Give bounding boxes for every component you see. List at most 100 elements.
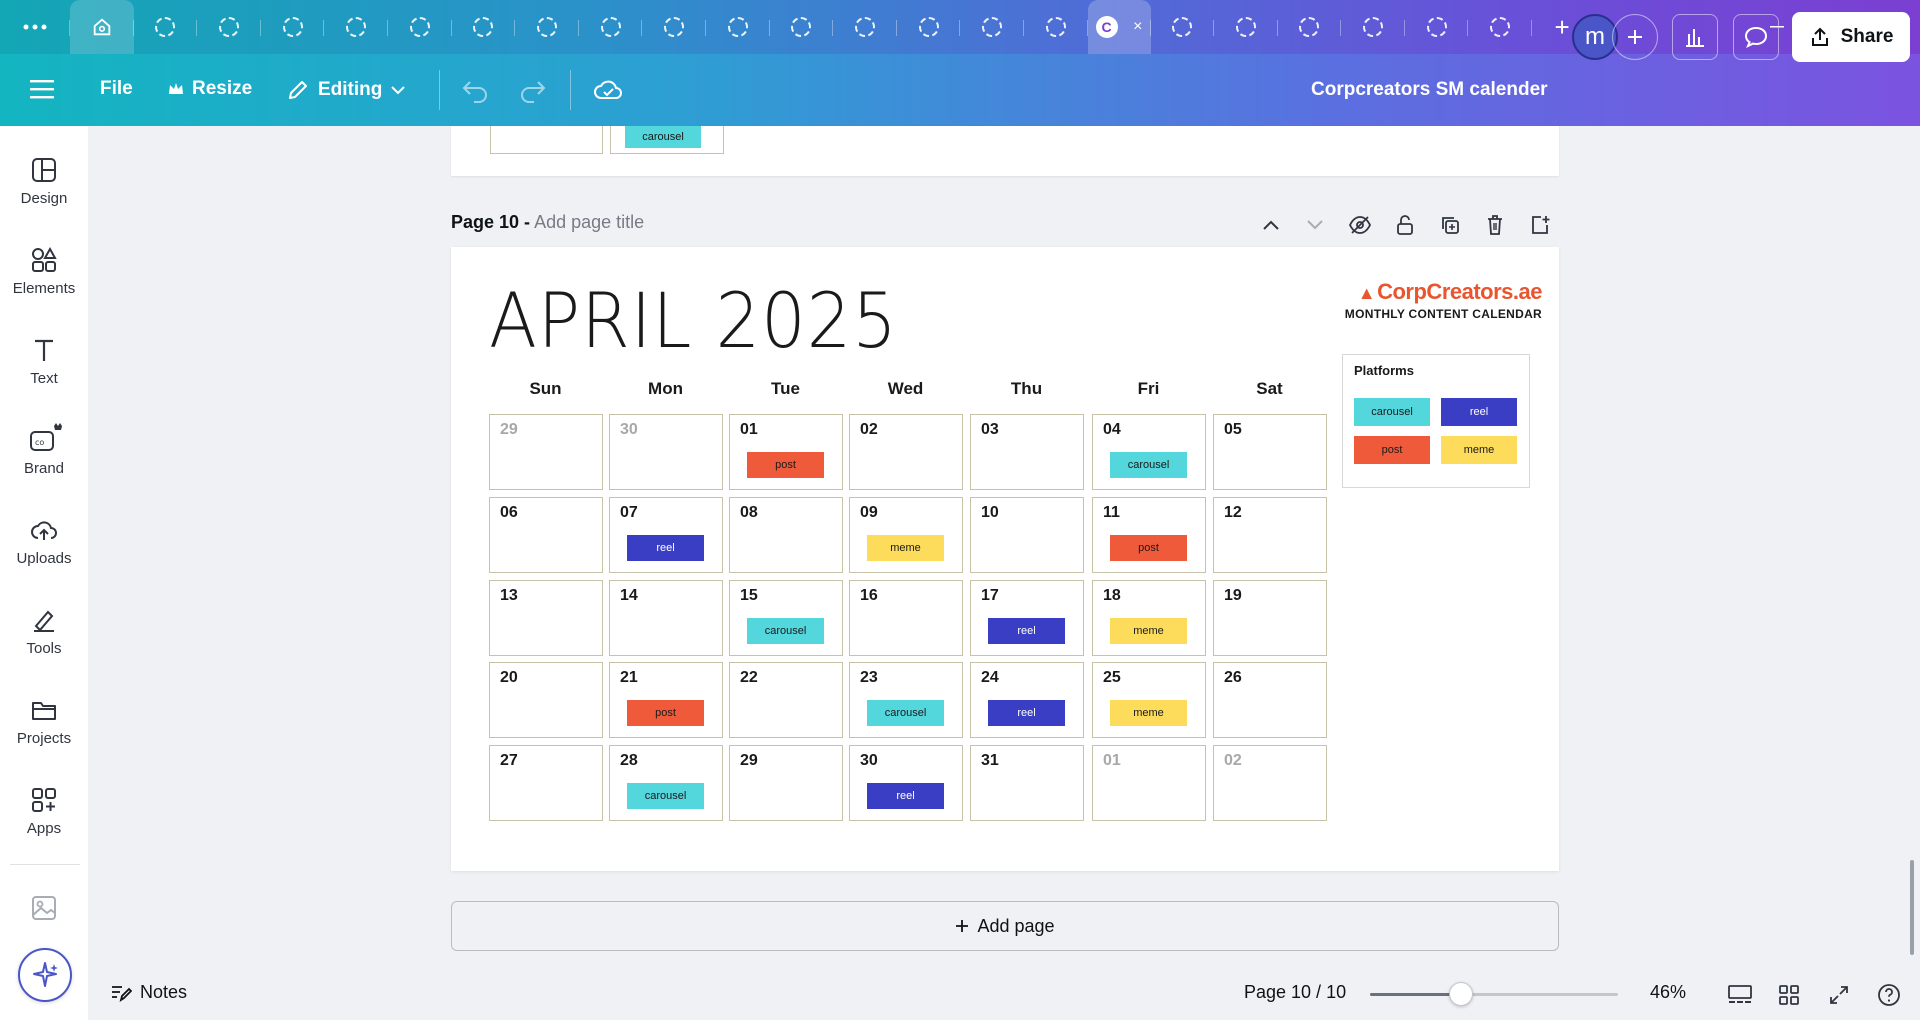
platform-tag[interactable]: reel <box>867 783 944 809</box>
calendar-day-cell[interactable]: 30 reel <box>849 745 963 821</box>
calendar-day-cell[interactable]: 22 <box>729 662 843 738</box>
design-tab[interactable] <box>388 0 452 54</box>
design-tab[interactable] <box>642 0 706 54</box>
design-tab[interactable] <box>1024 0 1088 54</box>
calendar-day-cell[interactable]: 31 <box>970 745 1084 821</box>
platform-tag[interactable]: post <box>747 452 824 478</box>
sidebar-item-tools[interactable]: Tools <box>0 606 88 657</box>
calendar-day-cell[interactable]: 30 <box>609 414 723 490</box>
design-tab[interactable] <box>770 0 834 54</box>
calendar-day-cell[interactable]: 15 carousel <box>729 580 843 656</box>
calendar-day-cell[interactable]: 29 <box>729 745 843 821</box>
platform-tag[interactable]: reel <box>988 618 1065 644</box>
design-page[interactable]: APRIL 2025 ▲CorpCreators.ae MONTHLY CONT… <box>451 247 1559 871</box>
zoom-percentage[interactable]: 46% <box>1650 982 1686 1003</box>
design-tab[interactable] <box>452 0 516 54</box>
add-page-icon[interactable] <box>1525 210 1555 240</box>
design-tab[interactable] <box>1405 0 1469 54</box>
calendar-day-cell[interactable]: 12 <box>1213 497 1327 573</box>
calendar-day-cell[interactable]: 19 <box>1213 580 1327 656</box>
platform-tag[interactable]: carousel <box>747 618 824 644</box>
calendar-day-cell[interactable]: 06 <box>489 497 603 573</box>
duplicate-page-icon[interactable] <box>1435 210 1465 240</box>
design-tab[interactable] <box>515 0 579 54</box>
zoom-slider-track[interactable] <box>1370 993 1618 996</box>
calendar-day-cell[interactable]: 17 reel <box>970 580 1084 656</box>
calendar-day-cell[interactable]: 04 carousel <box>1092 414 1206 490</box>
calendar-day-cell[interactable]: 10 <box>970 497 1084 573</box>
magic-assistant-button[interactable] <box>18 948 72 1002</box>
calendar-day-cell[interactable]: 18 meme <box>1092 580 1206 656</box>
calendar-day-cell[interactable]: 14 <box>609 580 723 656</box>
add-page-button[interactable]: Add page <box>451 901 1559 951</box>
calendar-day-cell[interactable]: 20 <box>489 662 603 738</box>
file-menu[interactable]: File <box>100 78 133 100</box>
sidebar-item-text[interactable]: Text <box>0 336 88 387</box>
share-button[interactable]: Share <box>1792 12 1910 62</box>
cloud-saved-icon[interactable] <box>592 76 624 109</box>
calendar-day-cell[interactable]: 24 reel <box>970 662 1084 738</box>
platform-tag[interactable]: meme <box>1110 618 1187 644</box>
calendar-day-cell[interactable]: 02 <box>849 414 963 490</box>
image-icon[interactable] <box>30 894 58 927</box>
page-title-input[interactable]: Add page title <box>534 212 644 232</box>
brand-block[interactable]: ▲CorpCreators.ae MONTHLY CONTENT CALENDA… <box>1345 279 1543 321</box>
calendar-title[interactable]: APRIL 2025 <box>489 277 898 366</box>
design-tab[interactable] <box>706 0 770 54</box>
grid-view-icon[interactable] <box>1774 980 1804 1010</box>
calendar-day-cell[interactable]: 28 carousel <box>609 745 723 821</box>
page-view-icon[interactable] <box>1725 980 1755 1010</box>
design-tab[interactable] <box>324 0 388 54</box>
design-tab[interactable] <box>897 0 961 54</box>
calendar-day-cell[interactable]: 21 post <box>609 662 723 738</box>
sidebar-item-uploads[interactable]: Uploads <box>0 516 88 567</box>
undo-icon[interactable] <box>460 76 490 109</box>
platform-tag[interactable]: post <box>1110 535 1187 561</box>
delete-page-icon[interactable] <box>1480 210 1510 240</box>
platform-tag[interactable]: meme <box>1110 700 1187 726</box>
move-page-down-icon[interactable] <box>1300 210 1330 240</box>
platform-tag[interactable]: reel <box>988 700 1065 726</box>
hide-page-icon[interactable] <box>1345 210 1375 240</box>
vertical-scrollbar[interactable] <box>1910 860 1914 955</box>
lock-page-icon[interactable] <box>1390 210 1420 240</box>
design-tab[interactable] <box>1468 0 1532 54</box>
platform-tag[interactable]: reel <box>627 535 704 561</box>
calendar-day-cell[interactable]: 01 <box>1092 745 1206 821</box>
menu-dots-icon[interactable] <box>0 0 70 54</box>
calendar-day-cell[interactable]: 01 post <box>729 414 843 490</box>
home-tab[interactable] <box>70 0 134 54</box>
calendar-day-cell[interactable]: 29 <box>489 414 603 490</box>
design-tab[interactable] <box>1341 0 1405 54</box>
calendar-day-cell[interactable]: 25 meme <box>1092 662 1206 738</box>
calendar-day-cell[interactable]: 02 <box>1213 745 1327 821</box>
design-tab[interactable] <box>579 0 643 54</box>
resize-button[interactable]: Resize <box>168 78 252 100</box>
hamburger-menu-icon[interactable] <box>30 78 56 105</box>
design-tab[interactable] <box>1278 0 1342 54</box>
design-tab[interactable] <box>960 0 1024 54</box>
calendar-day-cell[interactable]: 03 <box>970 414 1084 490</box>
calendar-day-cell[interactable]: 11 post <box>1092 497 1206 573</box>
calendar-day-cell[interactable]: 05 <box>1213 414 1327 490</box>
calendar-day-cell[interactable]: 09 meme <box>849 497 963 573</box>
previous-page[interactable]: carousel <box>451 126 1559 176</box>
design-tab[interactable] <box>1151 0 1215 54</box>
design-tab[interactable] <box>134 0 198 54</box>
design-tab[interactable] <box>1214 0 1278 54</box>
sidebar-item-apps[interactable]: Apps <box>0 786 88 837</box>
comments-button[interactable] <box>1733 14 1779 60</box>
redo-icon[interactable] <box>518 76 548 109</box>
design-tab[interactable] <box>261 0 325 54</box>
calendar-day-cell[interactable]: 27 <box>489 745 603 821</box>
platform-tag[interactable]: carousel <box>627 783 704 809</box>
close-tab-icon[interactable]: × <box>1133 18 1142 36</box>
platform-legend[interactable]: Platforms carousel reel post meme <box>1342 354 1530 488</box>
insights-button[interactable] <box>1672 14 1718 60</box>
sidebar-item-design[interactable]: Design <box>0 156 88 207</box>
invite-button[interactable] <box>1612 14 1658 60</box>
active-tab[interactable]: C × <box>1087 0 1151 54</box>
fullscreen-icon[interactable] <box>1824 980 1854 1010</box>
design-tab[interactable] <box>197 0 261 54</box>
help-icon[interactable] <box>1874 980 1904 1010</box>
